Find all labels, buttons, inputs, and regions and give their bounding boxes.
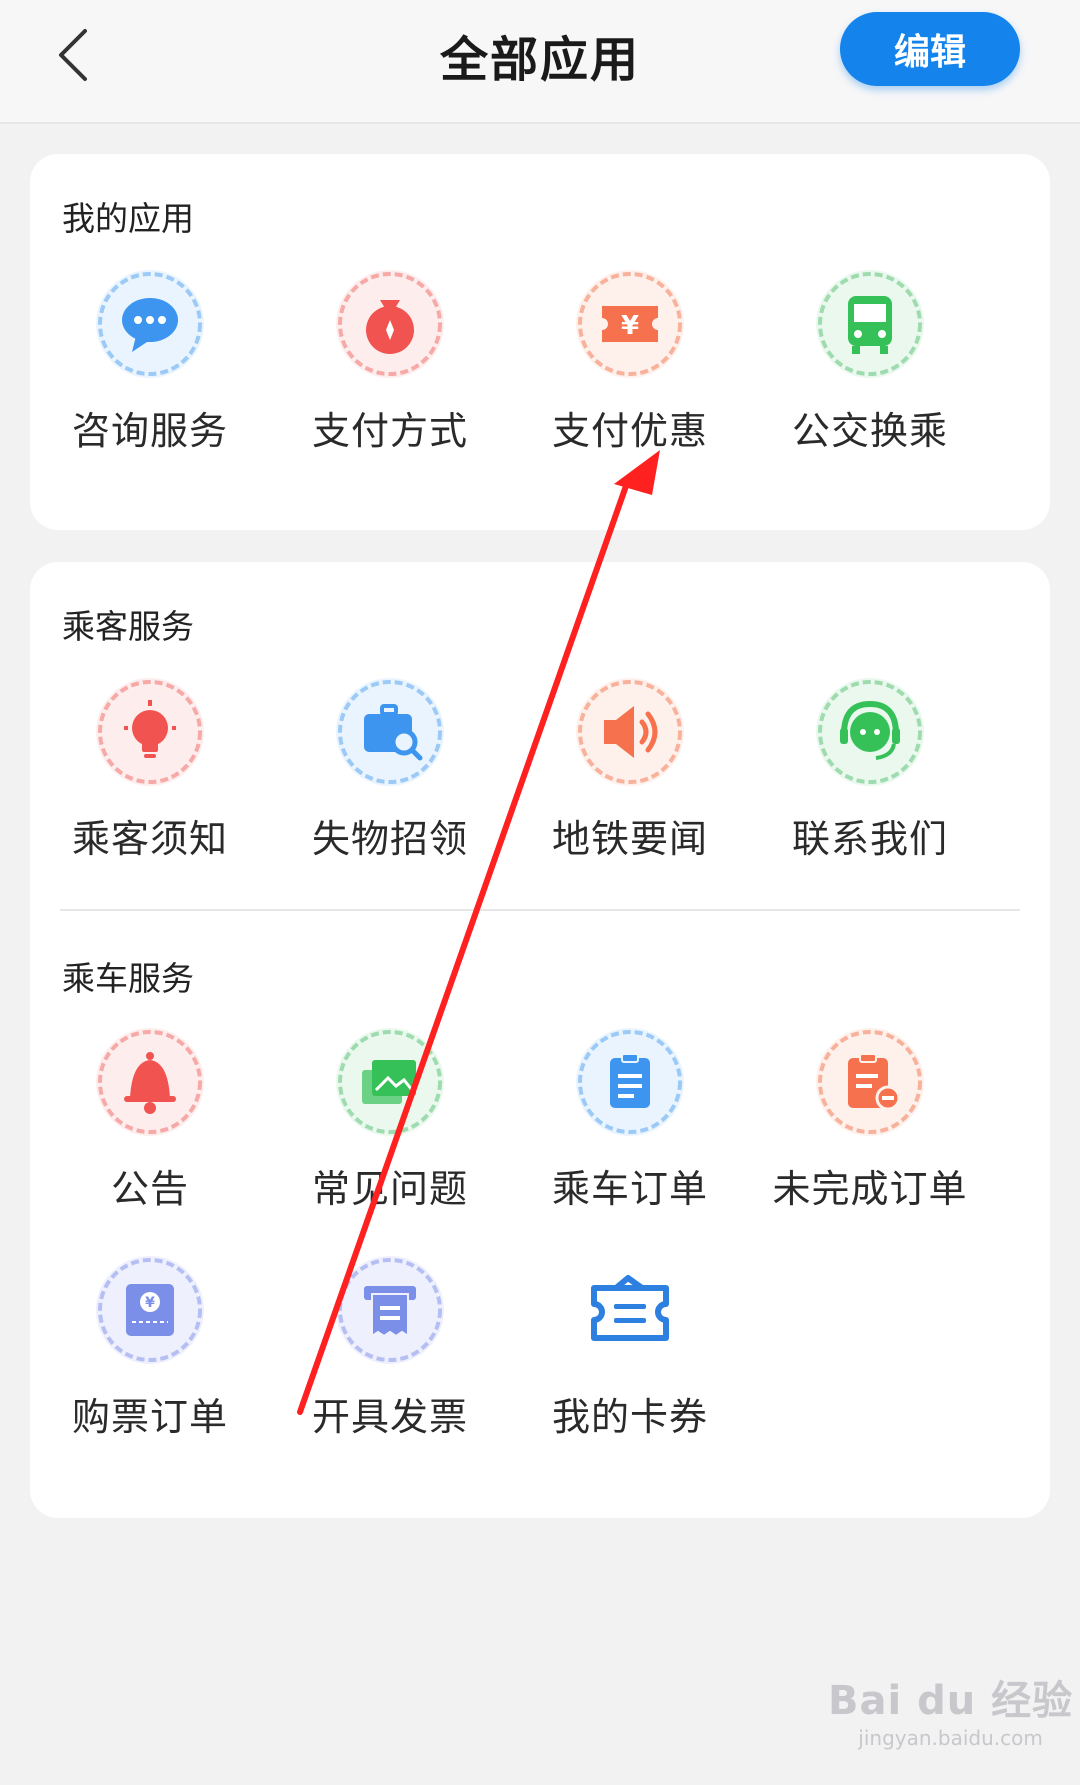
headset-agent-icon	[816, 678, 924, 786]
top-bar: 全部应用 编辑	[0, 0, 1080, 124]
app-payment-discount[interactable]: ¥ 支付优惠	[510, 270, 750, 455]
section-title-ride-services: 乘车服务	[62, 959, 194, 998]
photos-icon	[336, 1028, 444, 1136]
bus-icon	[816, 270, 924, 378]
clipboard-minus-icon	[816, 1028, 924, 1136]
app-contact-us[interactable]: 联系我们	[750, 678, 990, 863]
watermark-url: jingyan.baidu.com	[858, 1726, 1043, 1750]
section-title-my-apps: 我的应用	[62, 199, 194, 238]
app-label: 常见问题	[311, 1167, 468, 1211]
app-passenger-notice[interactable]: 乘客须知	[30, 678, 270, 863]
app-ride-orders[interactable]: 乘车订单	[510, 1028, 750, 1213]
services-card: 乘客服务 乘客须知 失物招领 地铁要闻 联系我们 乘车服务 公告 常见问题 乘车…	[30, 562, 1050, 1518]
app-label: 支付方式	[311, 409, 468, 453]
svg-text:¥: ¥	[145, 1295, 155, 1311]
app-consult-service[interactable]: 咨询服务	[30, 270, 270, 455]
card-ticket-icon	[576, 1256, 684, 1364]
app-label: 咨询服务	[71, 409, 228, 453]
chat-bubble-icon	[96, 270, 204, 378]
svg-text:¥: ¥	[621, 311, 639, 341]
app-label: 公交换乘	[791, 409, 948, 453]
yen-coupon-icon: ¥	[576, 270, 684, 378]
money-bag-icon	[336, 270, 444, 378]
my-apps-card: 我的应用 咨询服务 支付方式 ¥ 支付优惠 公交换乘	[30, 154, 1050, 530]
app-payment-method[interactable]: 支付方式	[270, 270, 510, 455]
clipboard-icon	[576, 1028, 684, 1136]
app-lost-and-found[interactable]: 失物招领	[270, 678, 510, 863]
lightbulb-icon	[96, 678, 204, 786]
app-my-cards[interactable]: 我的卡券	[510, 1256, 750, 1441]
receipt-printer-icon	[336, 1256, 444, 1364]
app-label: 乘客须知	[71, 817, 228, 861]
app-label: 乘车订单	[551, 1167, 708, 1211]
app-label: 联系我们	[791, 817, 948, 861]
section-title-passenger-services: 乘客服务	[62, 607, 194, 646]
app-ticket-orders[interactable]: ¥ 购票订单	[30, 1256, 270, 1441]
app-label: 失物招领	[311, 817, 468, 861]
watermark: Bai du 经验 jingyan.baidu.com	[828, 1668, 1073, 1750]
bell-icon	[96, 1028, 204, 1136]
edit-button[interactable]: 编辑	[840, 12, 1020, 86]
app-unfinished-orders[interactable]: 未完成订单	[750, 1028, 990, 1213]
ticket-yen-icon: ¥	[96, 1256, 204, 1364]
app-label: 购票订单	[71, 1395, 228, 1439]
briefcase-search-icon	[336, 678, 444, 786]
app-label: 未完成订单	[772, 1167, 968, 1211]
app-label: 我的卡券	[551, 1395, 708, 1439]
app-metro-news[interactable]: 地铁要闻	[510, 678, 750, 863]
app-bus-transfer[interactable]: 公交换乘	[750, 270, 990, 455]
section-divider	[60, 909, 1020, 911]
app-label: 支付优惠	[551, 409, 708, 453]
app-label: 开具发票	[311, 1395, 468, 1439]
app-label: 地铁要闻	[551, 817, 708, 861]
app-announcements[interactable]: 公告	[30, 1028, 270, 1213]
app-issue-invoice[interactable]: 开具发票	[270, 1256, 510, 1441]
watermark-brand: Bai du 经验	[828, 1678, 1074, 1724]
app-label: 公告	[110, 1167, 189, 1211]
app-faq[interactable]: 常见问题	[270, 1028, 510, 1213]
speaker-icon	[576, 678, 684, 786]
